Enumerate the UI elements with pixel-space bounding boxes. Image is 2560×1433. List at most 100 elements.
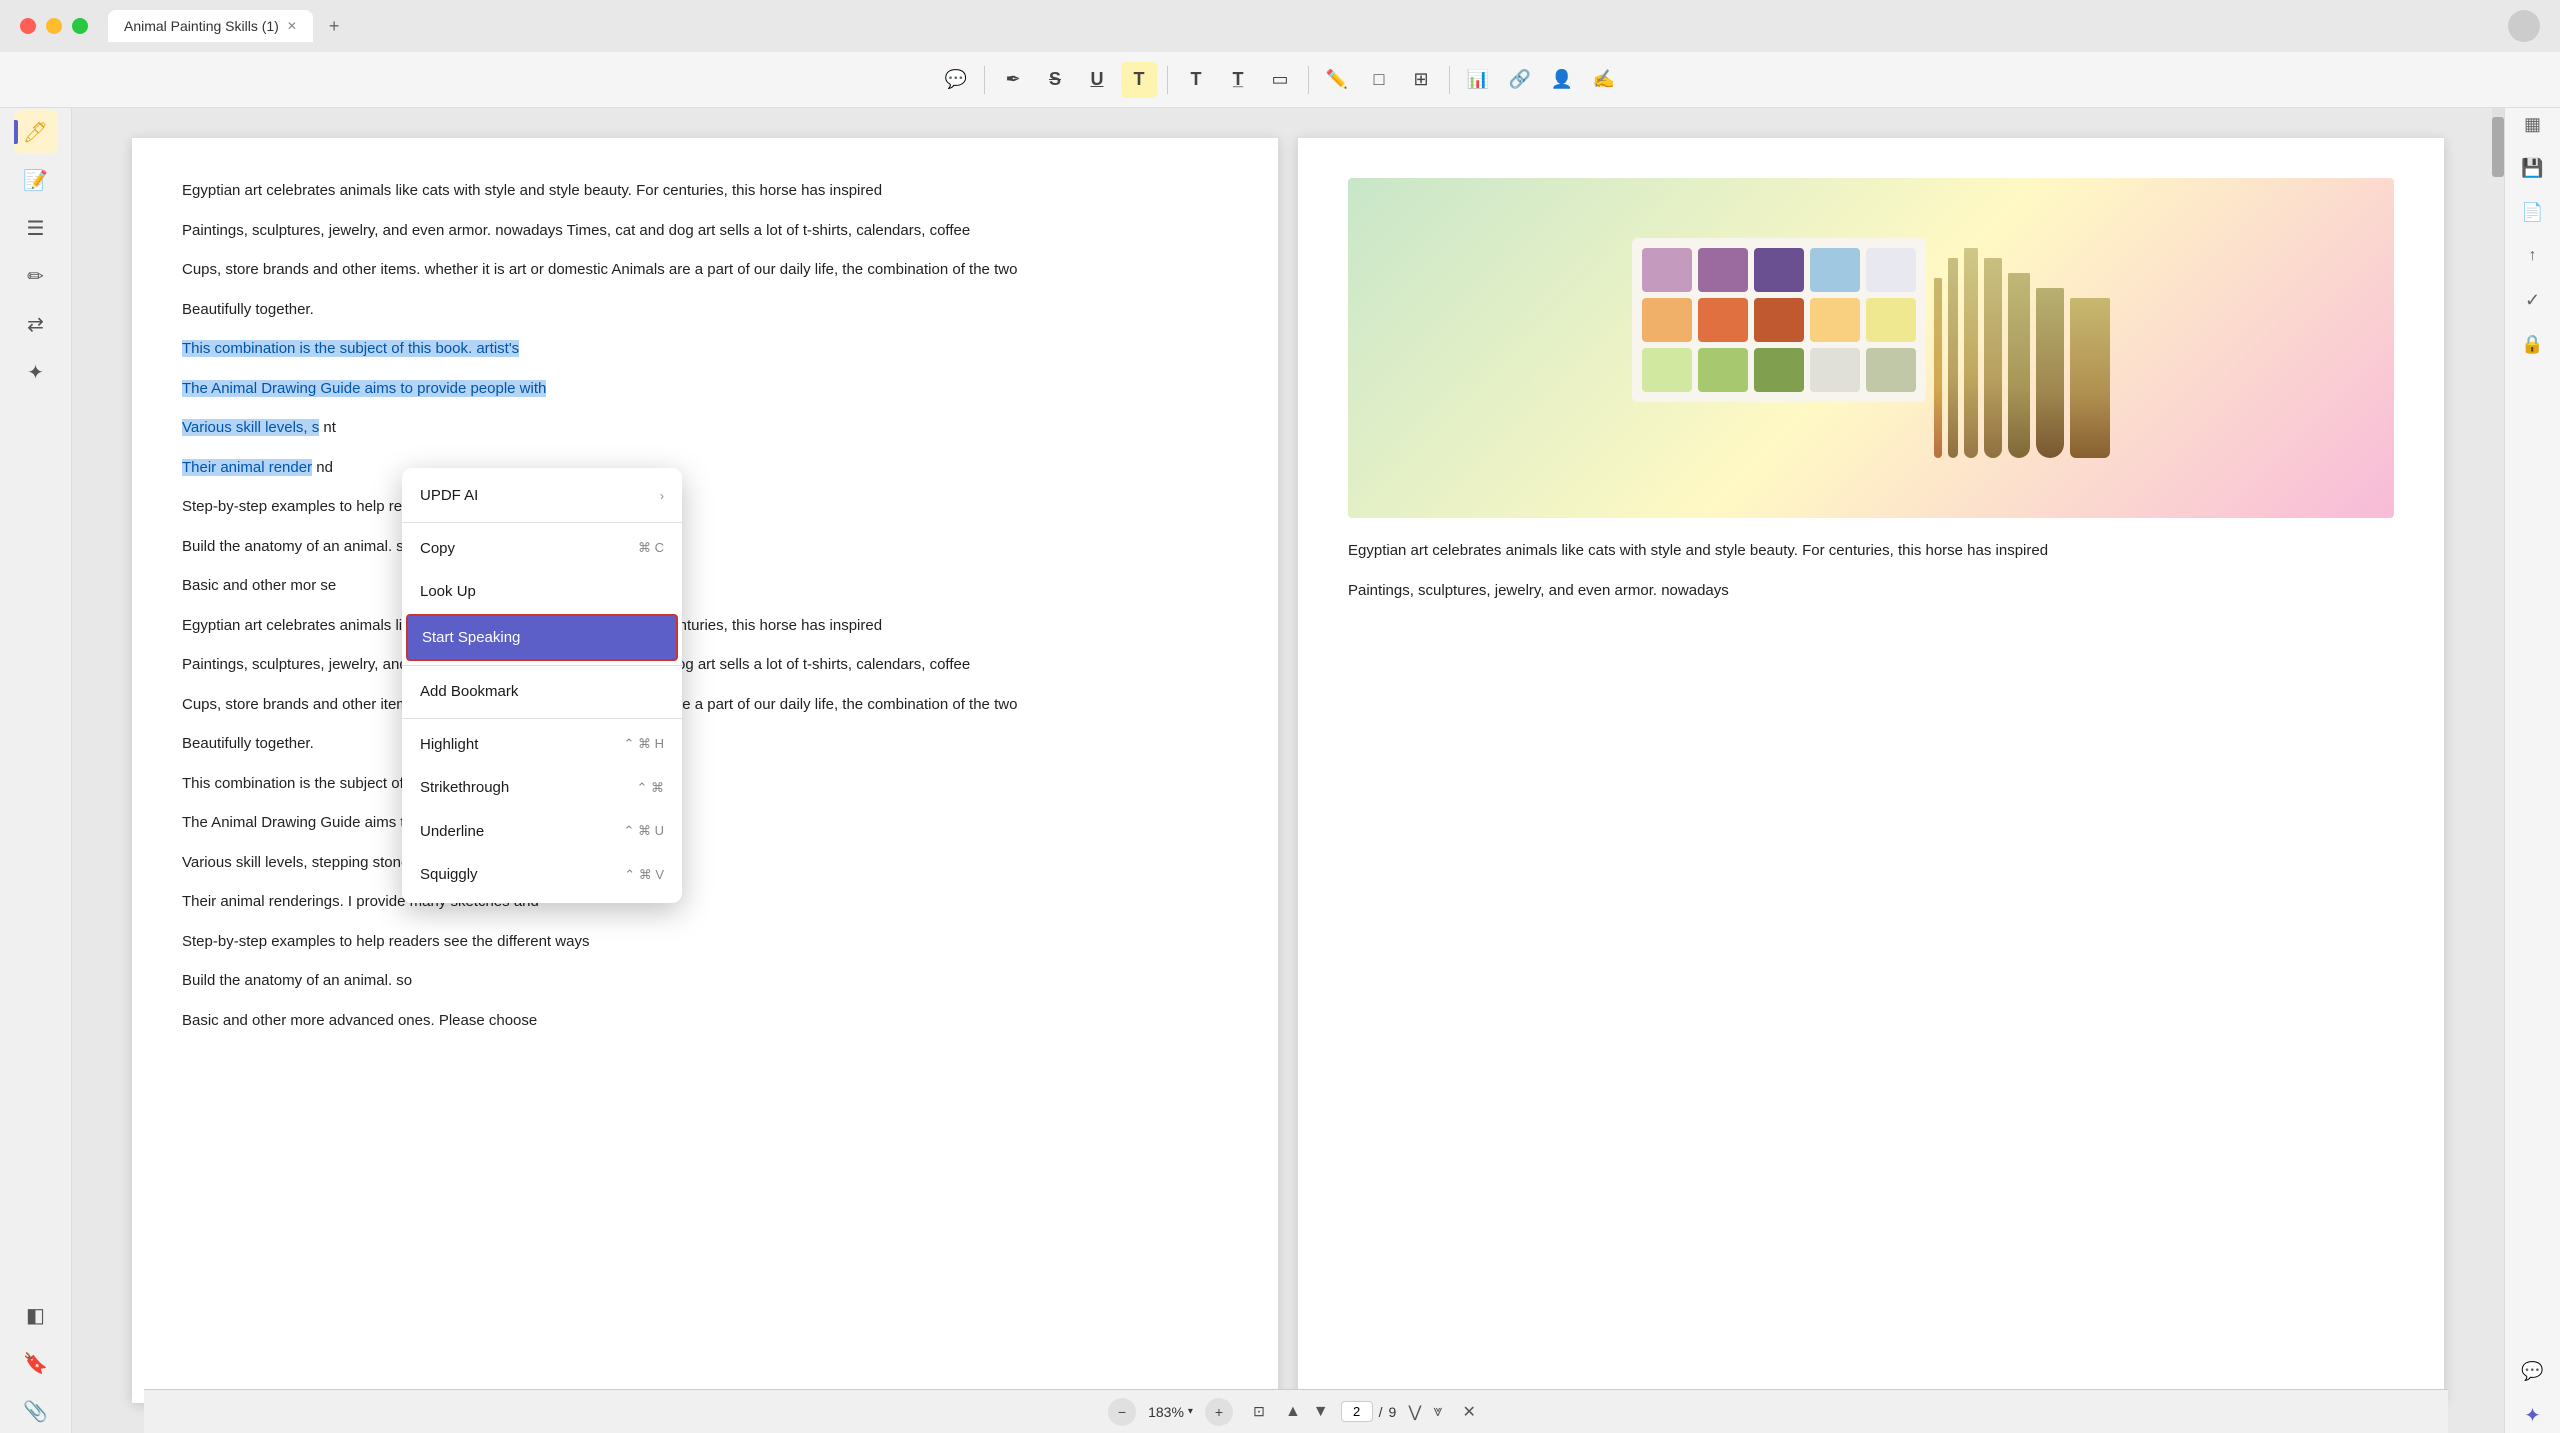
brush-6 xyxy=(2036,288,2064,458)
underline-icon[interactable]: U xyxy=(1079,62,1115,98)
menu-item-add-bookmark[interactable]: Add Bookmark xyxy=(402,670,682,714)
shape-icon[interactable]: □ xyxy=(1361,62,1397,98)
brush-flat xyxy=(2070,298,2110,458)
active-tab[interactable]: Animal Painting Skills (1) ✕ xyxy=(108,10,313,42)
palette-cell-3 xyxy=(1754,248,1804,292)
menu-copy-label: Copy xyxy=(420,536,455,562)
brush-4 xyxy=(1984,258,2002,458)
menu-start-speaking-label: Start Speaking xyxy=(422,625,520,651)
brush-5 xyxy=(2008,273,2030,458)
right-file-icon[interactable]: 📄 xyxy=(2515,194,2551,230)
palette-cell-10 xyxy=(1866,298,1916,342)
zoom-out-button[interactable]: − xyxy=(1108,1398,1136,1426)
text-box-icon[interactable]: ▭ xyxy=(1262,62,1298,98)
sidebar-item-highlight[interactable]: 🖊 xyxy=(14,110,58,154)
para-r10: Build the anatomy of an animal. so xyxy=(182,968,1228,994)
para-r1: Egyptian art celebrates animals like cat… xyxy=(182,613,1228,639)
strikethrough-icon[interactable]: S xyxy=(1037,62,1073,98)
palette-cell-2 xyxy=(1698,248,1748,292)
sidebar-item-list[interactable]: ☰ xyxy=(14,206,58,250)
menu-item-copy[interactable]: Copy ⌘ C xyxy=(402,527,682,571)
para-7: Basic and other mor se xyxy=(182,573,1228,599)
sign-icon[interactable]: ✍ xyxy=(1586,62,1622,98)
right-share-icon[interactable]: ↑ xyxy=(2515,238,2551,274)
right-chat-icon[interactable]: 💬 xyxy=(2515,1353,2551,1389)
sidebar-item-note[interactable]: 📝 xyxy=(14,158,58,202)
maximize-button[interactable] xyxy=(72,18,88,34)
sidebar-item-edit[interactable]: ✏ xyxy=(14,254,58,298)
toolbar: 💬 ✒ S U T T T̲ ▭ ✏️ □ ⊞ 📊 🔗 👤 ✍ xyxy=(0,52,2560,108)
para-r8: Their animal renderings. I provide many … xyxy=(182,889,1228,915)
close-bar-button[interactable]: ✕ xyxy=(1454,1398,1483,1426)
highlighted-text: This combination is the subject of this … xyxy=(182,340,519,357)
sidebar-item-layers[interactable]: ◧ xyxy=(14,1293,58,1337)
text-format-icon[interactable]: T̲ xyxy=(1220,62,1256,98)
highlighted-text-3: Various skill levels, s xyxy=(182,419,319,436)
right-pages-icon[interactable]: ▦ xyxy=(2515,106,2551,142)
traffic-lights xyxy=(20,18,88,34)
zoom-dropdown-icon[interactable]: ▾ xyxy=(1188,1406,1193,1417)
para-highlighted-4: Their animal render nd xyxy=(182,455,1228,481)
palette-cell-5 xyxy=(1866,248,1916,292)
para-r2: Paintings, sculptures, jewelry, and even… xyxy=(182,652,1228,678)
add-tab-button[interactable]: + xyxy=(321,12,348,41)
brush-3 xyxy=(1964,248,1978,458)
active-indicator xyxy=(14,120,18,144)
para-6: Build the anatomy of an animal. so quite xyxy=(182,534,1228,560)
last-page-button[interactable]: ⩔ xyxy=(1433,1403,1442,1421)
pen-icon[interactable]: ✒ xyxy=(995,62,1031,98)
para-r9: Step-by-step examples to help readers se… xyxy=(182,929,1228,955)
palette-grid xyxy=(1642,248,1916,392)
text-highlight-icon[interactable]: T xyxy=(1121,62,1157,98)
menu-item-start-speaking[interactable]: Start Speaking xyxy=(406,614,678,662)
tab-close-icon[interactable]: ✕ xyxy=(287,19,297,33)
fit-page-button[interactable]: ⊡ xyxy=(1245,1398,1273,1426)
sidebar-item-bookmark[interactable]: 🔖 xyxy=(14,1341,58,1385)
right-lock-icon[interactable]: 🔒 xyxy=(2515,326,2551,362)
chart-icon[interactable]: 📊 xyxy=(1460,62,1496,98)
scrollbar-thumb[interactable] xyxy=(2492,117,2504,177)
main-content: Egyptian art celebrates animals like cat… xyxy=(72,108,2504,1433)
menu-item-squiggly[interactable]: Squiggly ⌃ ⌘ V xyxy=(402,853,682,897)
menu-item-lookup[interactable]: Look Up xyxy=(402,570,682,614)
menu-item-strikethrough[interactable]: Strikethrough ⌃ ⌘ xyxy=(402,766,682,810)
para-1: Egyptian art celebrates animals like cat… xyxy=(182,178,1228,204)
link-icon[interactable]: 🔗 xyxy=(1502,62,1538,98)
right-check-icon[interactable]: ✓ xyxy=(2515,282,2551,318)
draw-icon[interactable]: ✏️ xyxy=(1319,62,1355,98)
sidebar-item-convert[interactable]: ⇄ xyxy=(14,302,58,346)
right-ai-icon[interactable]: ✦ xyxy=(2515,1397,2551,1433)
page-prev-button[interactable]: ▲ xyxy=(1285,1403,1301,1421)
menu-squiggly-shortcut: ⌃ ⌘ V xyxy=(624,864,664,886)
stamp-icon[interactable]: ⊞ xyxy=(1403,62,1439,98)
brush-2 xyxy=(1948,258,1958,458)
account-icon[interactable]: 👤 xyxy=(1544,62,1580,98)
zoom-display: 183% ▾ xyxy=(1148,1404,1193,1420)
text-plain-icon[interactable]: T xyxy=(1178,62,1214,98)
close-button[interactable] xyxy=(20,18,36,34)
menu-item-updf-ai[interactable]: UPDF AI › xyxy=(402,474,682,518)
toolbar-separator-1 xyxy=(984,66,985,94)
comment-icon[interactable]: 💬 xyxy=(938,62,974,98)
sidebar-item-attachment[interactable]: 📎 xyxy=(14,1389,58,1433)
menu-highlight-shortcut: ⌃ ⌘ H xyxy=(623,733,664,755)
minimize-button[interactable] xyxy=(46,18,62,34)
palette-cell-4 xyxy=(1810,248,1860,292)
sidebar-item-ai[interactable]: ✦ xyxy=(14,350,58,394)
page-navigation: / 9 xyxy=(1341,1401,1397,1422)
zoom-in-button[interactable]: + xyxy=(1205,1398,1233,1426)
plain-text-inline: nt xyxy=(319,419,336,436)
scrollbar[interactable] xyxy=(2492,108,2504,168)
page-left: Egyptian art celebrates animals like cat… xyxy=(132,138,1278,1403)
right-save-icon[interactable]: 💾 xyxy=(2515,150,2551,186)
page-number-input[interactable] xyxy=(1341,1401,1373,1422)
page-next-button[interactable]: ▼ xyxy=(1313,1403,1329,1421)
para-r6: The Animal Drawing Guide aims to provide… xyxy=(182,810,1228,836)
para-highlighted: This combination is the subject of this … xyxy=(182,336,1228,362)
tab-title: Animal Painting Skills (1) xyxy=(124,18,279,34)
menu-item-highlight[interactable]: Highlight ⌃ ⌘ H xyxy=(402,723,682,767)
page-right: Egyptian art celebrates animals like cat… xyxy=(1298,138,2444,1403)
first-page-button[interactable]: ⋁ xyxy=(1408,1402,1421,1422)
menu-item-underline[interactable]: Underline ⌃ ⌘ U xyxy=(402,810,682,854)
brushes-area xyxy=(1934,248,2110,458)
